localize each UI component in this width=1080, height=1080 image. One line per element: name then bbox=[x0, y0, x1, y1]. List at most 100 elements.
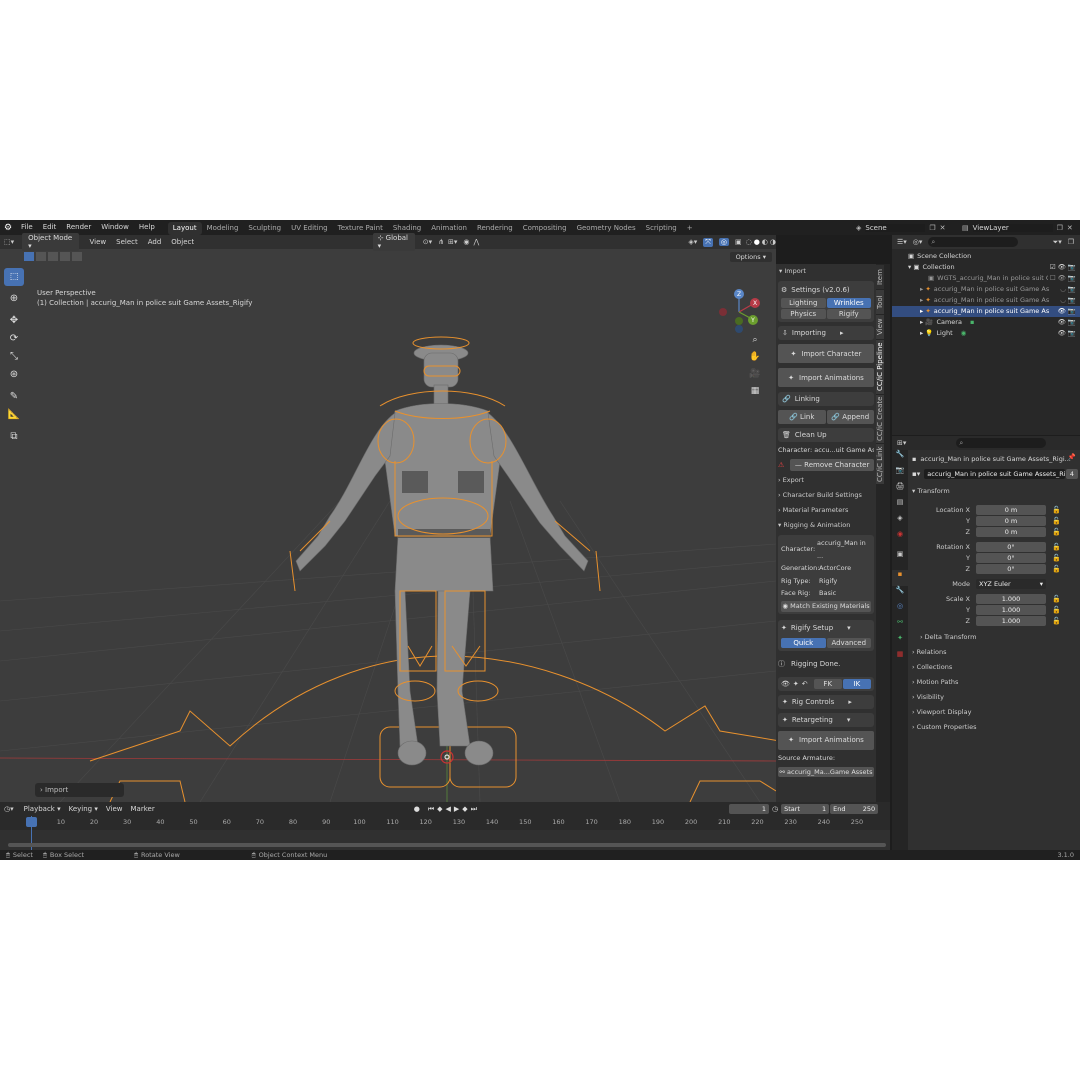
output-tab-icon[interactable]: 🖨 bbox=[892, 482, 908, 498]
advanced-button[interactable]: Advanced bbox=[826, 637, 871, 648]
collections-section[interactable]: › Collections bbox=[912, 660, 1078, 675]
outliner-editor-icon[interactable]: ☰▾ bbox=[897, 238, 907, 246]
link-button[interactable]: 🔗 Link bbox=[778, 410, 826, 424]
rigify-button[interactable]: Rigify bbox=[826, 309, 871, 319]
jump-keyframe-back-icon[interactable]: ◆ bbox=[437, 805, 442, 813]
pivot-icon[interactable]: ⊙▾ bbox=[423, 238, 432, 246]
motion-paths-section[interactable]: › Motion Paths bbox=[912, 675, 1078, 690]
rotation-y-field[interactable]: 0° bbox=[976, 552, 1046, 563]
rotation-z-field[interactable]: 0° bbox=[976, 563, 1046, 574]
add-workspace-button[interactable]: + bbox=[682, 222, 698, 235]
tab-geometry-nodes[interactable]: Geometry Nodes bbox=[572, 222, 641, 235]
perspective-grid-icon[interactable]: ▦ bbox=[748, 386, 762, 403]
location-z-field[interactable]: 0 m bbox=[976, 526, 1046, 537]
camera-visibility-icons[interactable]: 👁 📷 bbox=[1058, 317, 1076, 328]
orientation-dropdown[interactable]: ⊹ Global ▾ bbox=[372, 233, 415, 251]
outliner-row-armature-2[interactable]: ▸ ✦ accurig_Man in police suit Game As ◡ 📷 bbox=[892, 295, 1080, 306]
delete-view-layer-icon[interactable]: ✕ bbox=[1067, 224, 1073, 232]
snap-target-icon[interactable]: ⊞▾ bbox=[448, 238, 457, 246]
delete-scene-icon[interactable]: ✕ bbox=[940, 224, 946, 232]
rotation-mode-dropdown[interactable]: XYZ Euler ▾ bbox=[976, 578, 1046, 589]
constraints-tab-icon[interactable]: ⚯ bbox=[892, 618, 908, 634]
last-operator-panel[interactable]: › Import bbox=[35, 783, 124, 797]
start-frame-field[interactable]: Start 1 bbox=[781, 804, 830, 814]
viewport-menu-add[interactable]: Add bbox=[143, 238, 167, 246]
location-y-field[interactable]: 0 m bbox=[976, 515, 1046, 526]
menu-help[interactable]: Help bbox=[134, 220, 160, 235]
append-button[interactable]: 🔗 Append bbox=[826, 410, 874, 424]
tab-cc-create[interactable]: CC/iC Create bbox=[876, 395, 884, 443]
tab-item[interactable]: Item bbox=[876, 265, 884, 289]
scene-selector[interactable]: ◈ Scene ❐ ✕ bbox=[856, 222, 946, 233]
object-name-field[interactable]: accurig_Man in police suit Game Assets_R… bbox=[924, 469, 1065, 479]
rig-pose-icon[interactable]: ✦ bbox=[793, 680, 799, 688]
modifier-tab-icon[interactable]: 🔧 bbox=[892, 586, 908, 602]
timeline-menu-marker[interactable]: Marker bbox=[127, 805, 159, 813]
new-collection-icon[interactable]: ❐ bbox=[1068, 238, 1074, 246]
overlays-icon[interactable]: ◎ bbox=[718, 238, 729, 246]
tab-scripting[interactable]: Scripting bbox=[641, 222, 682, 235]
jump-end-icon[interactable]: ⏭ bbox=[471, 805, 477, 814]
timeline-menu-playback[interactable]: Playback ▾ bbox=[20, 805, 65, 813]
select-extend-icon[interactable] bbox=[36, 251, 46, 261]
move-tool-icon[interactable]: ✥ bbox=[4, 312, 24, 330]
outliner[interactable]: ☰▾ ◎▾ ⌕ ⏷▾ ❐ ▣ Scene Collection ▾ ▣ Collec… bbox=[892, 235, 1080, 435]
fk-button[interactable]: FK bbox=[813, 678, 842, 689]
select-new-icon[interactable] bbox=[24, 251, 34, 261]
world-tab-icon[interactable]: ◉ bbox=[892, 530, 908, 546]
tab-cc-link[interactable]: CC/iC Link bbox=[876, 444, 884, 484]
editor-type-icon[interactable]: ⬚▾ bbox=[4, 238, 14, 246]
play-reverse-icon[interactable]: ◀ bbox=[446, 805, 451, 813]
select-box-tool-icon[interactable]: ⬚ bbox=[4, 268, 24, 286]
relations-section[interactable]: › Relations bbox=[912, 645, 1078, 660]
lighting-button[interactable]: Lighting bbox=[781, 298, 826, 308]
view-layer-selector[interactable]: ▤ ViewLayer ❐ ✕ bbox=[962, 222, 1073, 233]
proportional-edit-icon[interactable]: ◉ bbox=[463, 238, 469, 246]
play-icon[interactable]: ▶ bbox=[454, 805, 459, 813]
tab-uv-editing[interactable]: UV Editing bbox=[286, 222, 333, 235]
gizmo-toggle-icon[interactable]: ⤧ bbox=[703, 237, 713, 247]
shading-solid-icon[interactable]: ● bbox=[754, 238, 760, 246]
shading-material-icon[interactable]: ◐ bbox=[762, 238, 768, 246]
falloff-icon[interactable]: ⋀ bbox=[474, 238, 480, 246]
tab-animation[interactable]: Animation bbox=[426, 222, 472, 235]
users-count[interactable]: 4 bbox=[1066, 469, 1078, 479]
armature-3-visibility-icons[interactable]: 👁 📷 bbox=[1055, 306, 1076, 317]
outliner-row-collection[interactable]: ▾ ▣ Collection ☑ 👁 📷 bbox=[892, 262, 1080, 273]
lock-location-z-icon[interactable]: 🔓 bbox=[1052, 528, 1061, 536]
tab-sculpting[interactable]: Sculpting bbox=[243, 222, 286, 235]
annotate-tool-icon[interactable]: ✎ bbox=[4, 388, 24, 406]
tab-view[interactable]: View bbox=[876, 315, 884, 339]
rigify-setup-row[interactable]: ✦ Rigify Setup ▾ bbox=[781, 623, 871, 634]
lock-rotation-y-icon[interactable]: 🔓 bbox=[1052, 554, 1061, 562]
object-type-icon[interactable]: ▪▾ bbox=[912, 470, 920, 478]
outliner-row-light[interactable]: ▸ 💡 Light ◉ 👁 📷 bbox=[892, 328, 1080, 339]
new-scene-icon[interactable]: ❐ bbox=[929, 224, 935, 232]
retargeting-row[interactable]: ✦ Retargeting ▾ bbox=[778, 712, 874, 727]
snap-icon[interactable]: ⋔ bbox=[438, 238, 444, 246]
transform-panel-header[interactable]: ▾ Transform bbox=[912, 484, 1078, 499]
remove-character-button[interactable]: — Remove Character bbox=[790, 459, 874, 471]
ik-button[interactable]: IK bbox=[842, 678, 872, 689]
jump-start-icon[interactable]: ⏮ bbox=[428, 805, 434, 814]
match-materials-button[interactable]: ◉ Match Existing Materials bbox=[781, 600, 871, 612]
mode-dropdown[interactable]: Object Mode ▾ bbox=[22, 233, 79, 251]
tab-compositing[interactable]: Compositing bbox=[518, 222, 572, 235]
lock-scale-y-icon[interactable]: 🔓 bbox=[1052, 606, 1061, 614]
blender-logo-icon[interactable]: ⚙ bbox=[0, 223, 16, 233]
tool-tab-icon[interactable]: 🔧 bbox=[892, 450, 908, 466]
outliner-scene-collection[interactable]: ▣ Scene Collection bbox=[892, 251, 1080, 262]
timeline[interactable]: ◷▾ Playback ▾ Keying ▾ View Marker ● ⏮ ◆… bbox=[0, 802, 890, 850]
lock-scale-z-icon[interactable]: 🔓 bbox=[1052, 617, 1061, 625]
outliner-row-wgts[interactable]: ▣ WGTS_accurig_Man in police suit Ga ☐ 👁 📷 bbox=[892, 273, 1080, 284]
rig-visibility-icon[interactable]: 👁 bbox=[781, 680, 790, 688]
scale-tool-icon[interactable]: ⤡ bbox=[4, 348, 24, 366]
clean-up-row[interactable]: 🗑 Clean Up bbox=[778, 428, 874, 442]
new-view-layer-icon[interactable]: ❐ bbox=[1057, 224, 1063, 232]
jump-keyframe-forward-icon[interactable]: ◆ bbox=[462, 805, 467, 813]
timeline-menu-keying[interactable]: Keying ▾ bbox=[65, 805, 102, 813]
import-character-button[interactable]: ✦ Import Character bbox=[778, 344, 874, 363]
pan-hand-icon[interactable]: ✋ bbox=[748, 352, 762, 369]
measure-tool-icon[interactable]: 📐 bbox=[4, 406, 24, 424]
current-frame-field[interactable]: 1 bbox=[729, 804, 769, 814]
